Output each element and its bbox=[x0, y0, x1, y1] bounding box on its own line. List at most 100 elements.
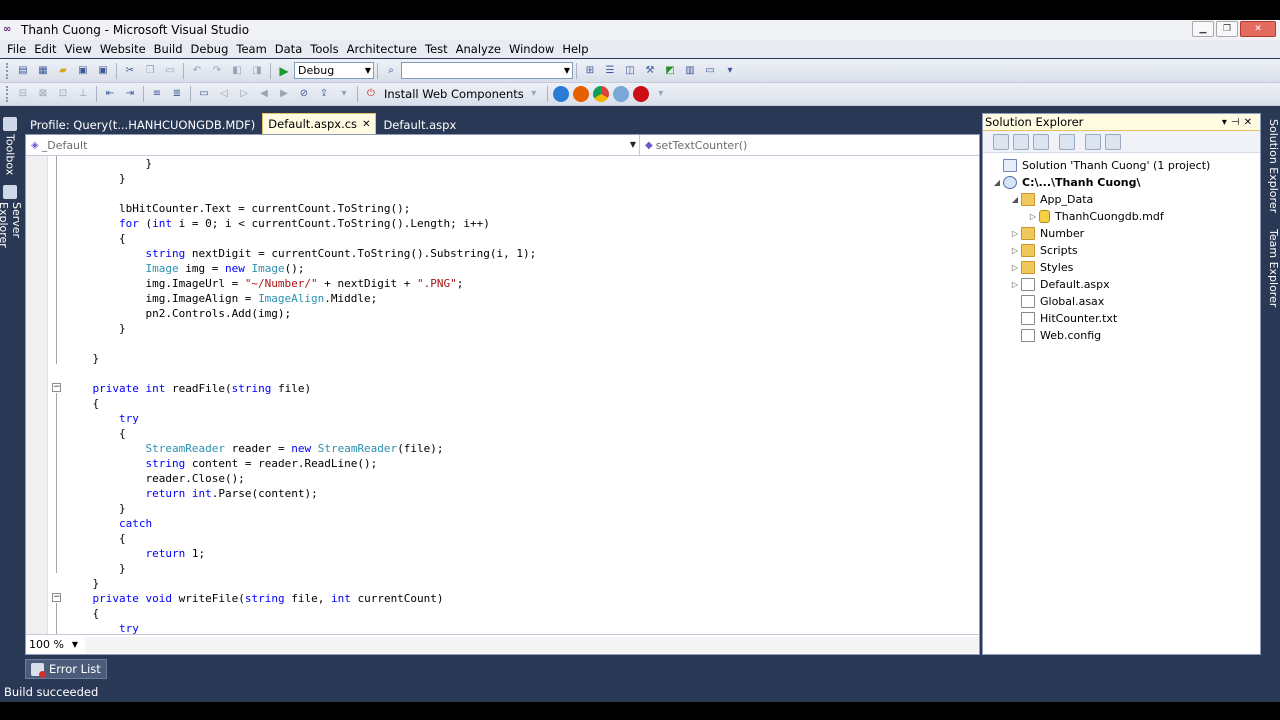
properties-icon[interactable]: ☰ bbox=[602, 63, 618, 79]
expanded-triangle-icon[interactable]: ◢ bbox=[991, 178, 1003, 187]
tree-node[interactable]: ▷ ThanhCuongdb.mdf bbox=[1027, 208, 1164, 225]
zoom-dropdown[interactable]: 100 % ▼ bbox=[26, 637, 81, 653]
auto-hide-pin-icon[interactable]: ⊣ bbox=[1231, 117, 1244, 128]
menu-analyze[interactable]: Analyze bbox=[452, 42, 505, 56]
menu-view[interactable]: View bbox=[61, 42, 96, 56]
start-debugging-icon[interactable]: ▶ bbox=[276, 63, 292, 79]
align-tops-icon[interactable]: ⊥ bbox=[75, 86, 91, 102]
menu-data[interactable]: Data bbox=[271, 42, 306, 56]
toolbar-grip[interactable] bbox=[6, 62, 9, 79]
install-web-components-label[interactable]: Install Web Components bbox=[384, 87, 524, 101]
install-options-icon[interactable]: ▾ bbox=[526, 86, 542, 102]
uncomment-icon[interactable]: ≣ bbox=[169, 86, 185, 102]
collapsed-triangle-icon[interactable]: ▷ bbox=[1009, 263, 1021, 272]
tree-node[interactable]: ▷ Number bbox=[1009, 225, 1084, 242]
cut-icon[interactable]: ✂ bbox=[122, 63, 138, 79]
menu-debug[interactable]: Debug bbox=[187, 42, 233, 56]
align-lefts-icon[interactable]: ⊟ bbox=[15, 86, 31, 102]
tree-node[interactable]: ▷ Styles bbox=[1009, 259, 1073, 276]
close-panel-icon[interactable]: ✕ bbox=[1244, 117, 1256, 128]
nest-related-files-icon[interactable] bbox=[1033, 133, 1049, 150]
internet-explorer-icon[interactable] bbox=[552, 86, 569, 102]
menu-website[interactable]: Website bbox=[96, 42, 150, 56]
error-list-tab[interactable]: Error List bbox=[25, 659, 107, 679]
navigate-forward-icon[interactable]: ◨ bbox=[249, 63, 265, 79]
collapsed-triangle-icon[interactable]: ▷ bbox=[1009, 229, 1021, 238]
safari-icon[interactable] bbox=[612, 86, 629, 102]
add-item-icon[interactable]: ▦ bbox=[35, 63, 51, 79]
install-web-components-icon[interactable]: ⏻ bbox=[363, 86, 379, 102]
tree-node[interactable]: Global.asax bbox=[1009, 293, 1104, 310]
publish-icon[interactable]: ⇪ bbox=[316, 86, 332, 102]
show-all-files-icon[interactable] bbox=[1059, 133, 1075, 150]
collapse-region-icon[interactable]: − bbox=[52, 383, 61, 392]
collapsed-triangle-icon[interactable]: ▷ bbox=[1027, 212, 1039, 221]
members-dropdown[interactable]: ◆ setTextCounter() bbox=[640, 135, 979, 155]
save-icon[interactable]: ▣ bbox=[75, 63, 91, 79]
team-explorer-side-tab[interactable]: Team Explorer bbox=[1263, 229, 1280, 315]
undo-icon[interactable]: ↶ bbox=[189, 63, 205, 79]
navigate-backward-icon[interactable]: ◧ bbox=[229, 63, 245, 79]
collapsed-triangle-icon[interactable]: ▷ bbox=[1009, 246, 1021, 255]
menu-window[interactable]: Window bbox=[505, 42, 558, 56]
toolbox-icon[interactable]: ⚒ bbox=[642, 63, 658, 79]
copy-icon[interactable]: ❐ bbox=[142, 63, 158, 79]
find-in-files-icon[interactable]: ⌕ bbox=[383, 63, 399, 79]
refresh-icon[interactable] bbox=[1013, 133, 1029, 150]
tree-node[interactable]: Web.config bbox=[1009, 327, 1101, 344]
clear-bookmarks-icon[interactable]: ⊘ bbox=[296, 86, 312, 102]
open-file-icon[interactable]: ▰ bbox=[55, 63, 71, 79]
opera-icon[interactable] bbox=[632, 86, 649, 102]
menu-help[interactable]: Help bbox=[558, 42, 592, 56]
solution-explorer-icon[interactable]: ⊞ bbox=[582, 63, 598, 79]
menu-architecture[interactable]: Architecture bbox=[343, 42, 421, 56]
menu-team[interactable]: Team bbox=[232, 42, 270, 56]
web-options-icon[interactable]: ▾ bbox=[336, 86, 352, 102]
types-dropdown[interactable]: ◈ _Default ▼ bbox=[26, 135, 640, 155]
tree-node[interactable]: HitCounter.txt bbox=[1009, 310, 1117, 327]
new-project-icon[interactable]: ▤ bbox=[15, 63, 31, 79]
code-text-area[interactable]: − − } } lbHitCounter.Text = currentCount… bbox=[26, 156, 979, 634]
solution-configuration-dropdown[interactable]: Debug ▼ bbox=[294, 62, 374, 79]
close-button[interactable]: ✕ bbox=[1240, 21, 1276, 37]
align-centers-icon[interactable]: ⊠ bbox=[35, 86, 51, 102]
browser-options-icon[interactable]: ▾ bbox=[653, 86, 669, 102]
tree-node[interactable]: ▷ Default.aspx bbox=[1009, 276, 1110, 293]
firefox-icon[interactable] bbox=[572, 86, 589, 102]
expanded-triangle-icon[interactable]: ◢ bbox=[1009, 195, 1021, 204]
menu-file[interactable]: File bbox=[3, 42, 30, 56]
paste-icon[interactable]: ▭ bbox=[162, 63, 178, 79]
command-window-icon[interactable]: ▥ bbox=[682, 63, 698, 79]
next-bookmark-folder-icon[interactable]: ▶ bbox=[276, 86, 292, 102]
toolbar-grip[interactable] bbox=[6, 86, 9, 102]
increase-indent-icon[interactable]: ⇥ bbox=[122, 86, 138, 102]
collapsed-triangle-icon[interactable]: ▷ bbox=[1009, 280, 1021, 289]
server-explorer-tab[interactable]: Server Explorer bbox=[0, 185, 23, 285]
properties-icon[interactable] bbox=[993, 133, 1009, 150]
tab-default-aspx[interactable]: Default.aspx bbox=[378, 115, 461, 134]
tree-node[interactable]: ◢ App_Data bbox=[1009, 191, 1093, 208]
toolbox-tab[interactable]: Toolbox bbox=[0, 117, 20, 179]
find-combo[interactable]: ▼ bbox=[401, 62, 573, 79]
toolbar-options-icon[interactable]: ▾ bbox=[722, 63, 738, 79]
save-all-icon[interactable]: ▣ bbox=[95, 63, 111, 79]
extension-manager-icon[interactable]: ◩ bbox=[662, 63, 678, 79]
redo-icon[interactable]: ↷ bbox=[209, 63, 225, 79]
menu-edit[interactable]: Edit bbox=[30, 42, 60, 56]
tab-profile-query[interactable]: Profile: Query(t...HANHCUONGDB.MDF) bbox=[25, 115, 260, 134]
decrease-indent-icon[interactable]: ⇤ bbox=[102, 86, 118, 102]
next-bookmark-icon[interactable]: ▷ bbox=[236, 86, 252, 102]
close-tab-icon[interactable]: ✕ bbox=[362, 119, 370, 130]
minimize-button[interactable]: ▁ bbox=[1192, 21, 1214, 37]
start-page-icon[interactable]: ▭ bbox=[702, 63, 718, 79]
toggle-bookmark-icon[interactable]: ▭ bbox=[196, 86, 212, 102]
asp-net-configuration-icon[interactable] bbox=[1105, 133, 1121, 150]
tree-node[interactable]: ◢ C:\...\Thanh Cuong\ bbox=[991, 174, 1140, 191]
solution-explorer-side-tab[interactable]: Solution Explorer bbox=[1263, 119, 1280, 219]
menu-build[interactable]: Build bbox=[150, 42, 187, 56]
previous-bookmark-folder-icon[interactable]: ◀ bbox=[256, 86, 272, 102]
chrome-icon[interactable] bbox=[592, 86, 609, 102]
menu-tools[interactable]: Tools bbox=[306, 42, 342, 56]
previous-bookmark-icon[interactable]: ◁ bbox=[216, 86, 232, 102]
copy-website-icon[interactable] bbox=[1085, 133, 1101, 150]
